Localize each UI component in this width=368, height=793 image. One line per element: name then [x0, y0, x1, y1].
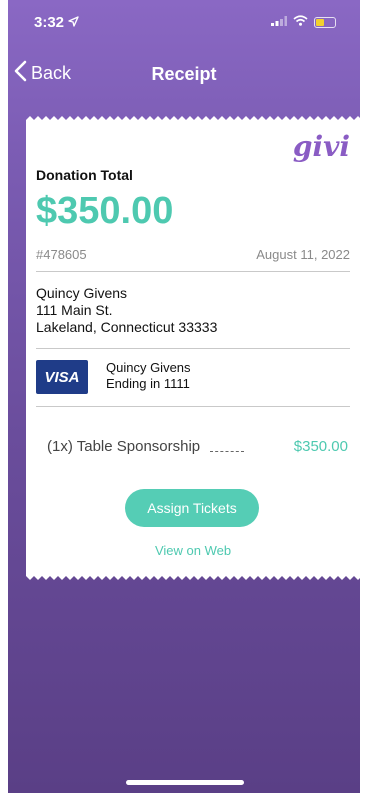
visa-card-icon: VISA [36, 360, 88, 394]
signal-icon [271, 13, 287, 31]
address-city: Lakeland, Connecticut 33333 [36, 319, 218, 335]
time-label: 3:32 [34, 13, 65, 31]
cardholder-name: Quincy Givens [106, 360, 191, 375]
home-indicator [126, 780, 244, 785]
back-label: Back [31, 63, 72, 83]
wifi-icon [293, 13, 308, 31]
billing-address: Quincy Givens 111 Main St. Lakeland, Con… [36, 285, 217, 336]
receipt-card: givi Donation Total $350.00 #478605 Augu… [26, 116, 360, 580]
status-icons [271, 13, 336, 31]
back-button[interactable]: Back [14, 60, 71, 87]
address-name: Quincy Givens [36, 285, 128, 301]
divider [36, 406, 350, 407]
assign-tickets-button[interactable]: Assign Tickets [125, 489, 259, 527]
line-item-label: (1x) Table Sponsorship [47, 438, 201, 455]
location-icon [68, 14, 79, 31]
line-item-leader [210, 451, 245, 452]
view-on-web-link[interactable]: View on Web [26, 543, 360, 558]
status-bar: 3:32 [8, 0, 360, 44]
card-info: Quincy Givens Ending in 1111 [106, 360, 191, 392]
donation-total-amount: $350.00 [36, 190, 174, 232]
phone-screen: 3:32 Back Receipt givi Donation Total $3… [8, 0, 360, 793]
card-ending: Ending in 1111 [106, 376, 190, 391]
givi-logo: givi [292, 130, 350, 163]
page-title: Receipt [151, 63, 217, 84]
order-date: August 11, 2022 [256, 247, 350, 262]
receipt-top-edge [26, 116, 360, 124]
address-street: 111 Main St. [36, 302, 113, 318]
divider [36, 348, 350, 349]
line-item-price: $350.00 [293, 438, 348, 455]
line-item: (1x) Table Sponsorship [47, 438, 254, 455]
divider [36, 271, 350, 272]
order-number: #478605 [36, 247, 87, 262]
status-time: 3:32 [34, 14, 79, 31]
receipt-bottom-edge [26, 572, 360, 580]
battery-icon [314, 16, 336, 28]
donation-total-label: Donation Total [36, 167, 133, 183]
chevron-left-icon [14, 60, 27, 87]
nav-bar: Back Receipt [8, 54, 360, 94]
